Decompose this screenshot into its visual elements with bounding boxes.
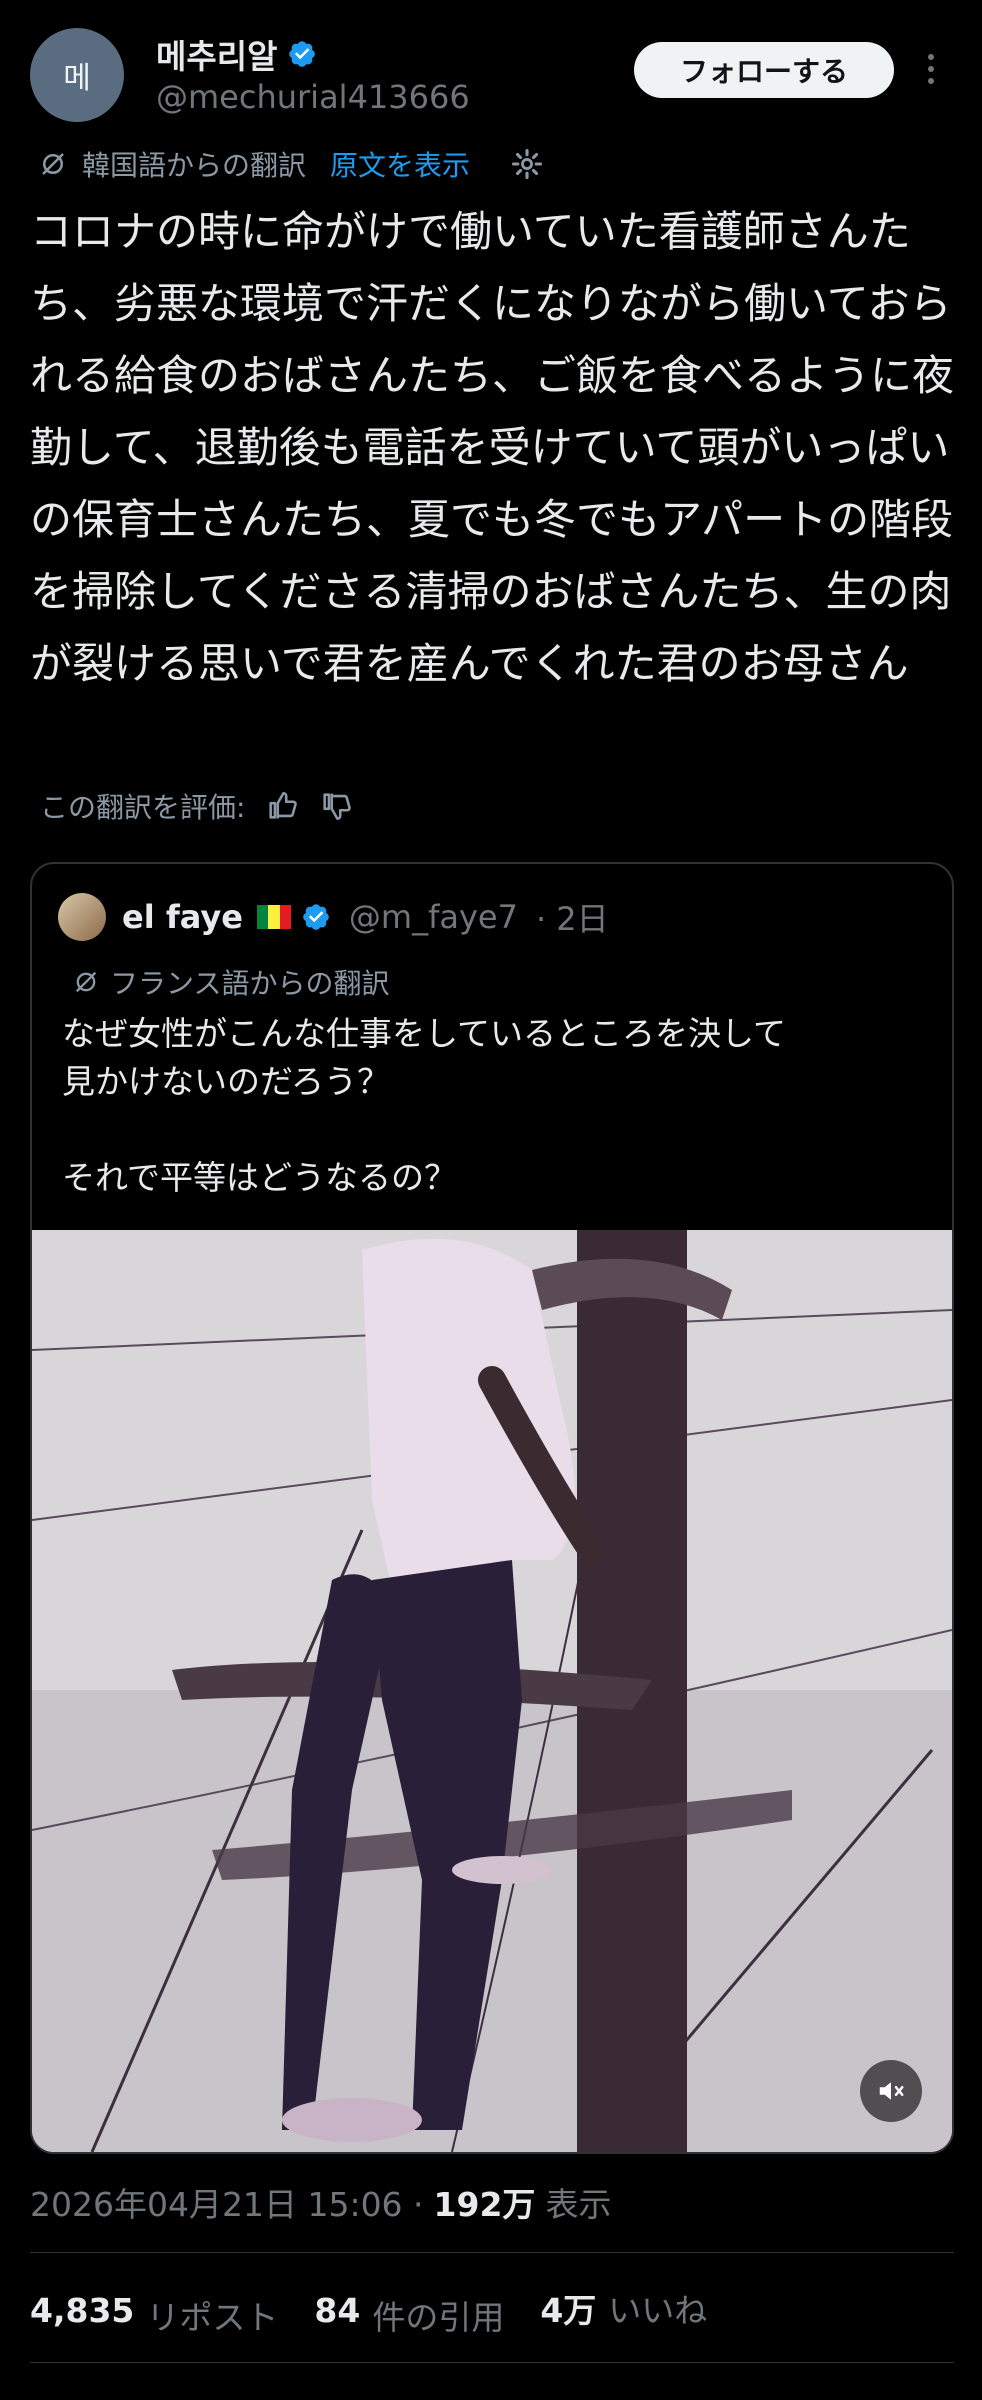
more-options-icon[interactable] [916,44,946,94]
quoted-video[interactable] [32,1230,952,2152]
quoted-text-line: なぜ女性がこんな仕事をしているところを決して [62,1014,787,1053]
quoted-translation-bar: フランス語からの翻訳 [72,962,389,1002]
author-name-row[interactable]: 메추리알 [156,30,317,78]
quotes-count: 84 [314,2291,361,2330]
views-count: 192万 [433,2185,536,2224]
author-name[interactable]: 메추리알 [156,30,277,78]
divider [30,2362,954,2363]
translation-label: 韓国語からの翻訳 [82,149,307,182]
quoted-time[interactable]: · 2日 [536,894,609,940]
rate-translation-bar: この翻訳を評価: [40,784,353,828]
translation-bar: 韓国語からの翻訳 原文を表示 [38,142,544,186]
quoted-author-name[interactable]: el faye [122,898,243,936]
views-label: 表示 [545,2185,612,2224]
likes-stat[interactable]: 4万 いいね [540,2284,707,2332]
tweet-text: コロナの時に命がけで働いていた看護師さんたち、劣悪な環境で汗だくになりながら働い… [30,207,955,688]
reposts-count: 4,835 [30,2291,135,2330]
likes-count: 4万 [540,2291,597,2330]
gear-icon[interactable] [510,147,544,181]
reposts-label: リポスト [146,2298,279,2337]
quotes-label: 件の引用 [372,2298,505,2337]
show-original-link[interactable]: 原文を表示 [330,144,470,184]
quoted-tweet[interactable]: el faye @m_faye7 · 2日 フランス語からの翻訳 なぜ女性がこん… [30,862,954,2154]
translate-icon [42,153,64,175]
tweet-meta: 2026年04月21日 15:06 · 192万 表示 [30,2178,611,2226]
quoted-author-handle[interactable]: @m_faye7 [349,898,518,936]
author-avatar[interactable]: 메 [30,28,124,122]
timestamp[interactable]: 2026年04月21日 15:06 · [30,2178,424,2226]
likes-label: いいね [608,2291,708,2330]
follow-button[interactable]: フォローする [634,42,894,98]
translate-icon [75,971,97,993]
quoted-author-avatar[interactable] [58,893,106,941]
tweet-header: 메 메추리알 @mechurial413666 フォローする [0,0,982,140]
reposts-stat[interactable]: 4,835 リポスト [30,2291,278,2339]
video-frame-image [32,1230,952,2152]
thumbs-up-icon[interactable] [265,789,299,823]
quoted-tweet-text: なぜ女性がこんな仕事をしているところを決して 見かけないのだろう？ それで平等は… [62,1010,932,1202]
quoted-text-line: それで平等はどうなるの？ [62,1158,458,1197]
author-handle[interactable]: @mechurial413666 [156,78,470,116]
engagement-stats: 4,835 リポスト 84 件の引用 4万 いいね [30,2284,729,2339]
rate-label: この翻訳を評価: [40,791,246,824]
quotes-stat[interactable]: 84 件の引用 [314,2291,504,2339]
divider [30,2252,954,2253]
mute-icon[interactable] [860,2060,922,2122]
verified-badge-icon [303,904,329,930]
quoted-text-line: 見かけないのだろう？ [62,1062,391,1101]
quoted-tweet-header: el faye @m_faye7 · 2日 [58,892,609,942]
senegal-flag-icon [256,905,291,929]
thumbs-down-icon[interactable] [319,789,353,823]
quoted-translation-label: フランス語からの翻訳 [110,967,390,1000]
verified-badge-icon [289,41,316,67]
